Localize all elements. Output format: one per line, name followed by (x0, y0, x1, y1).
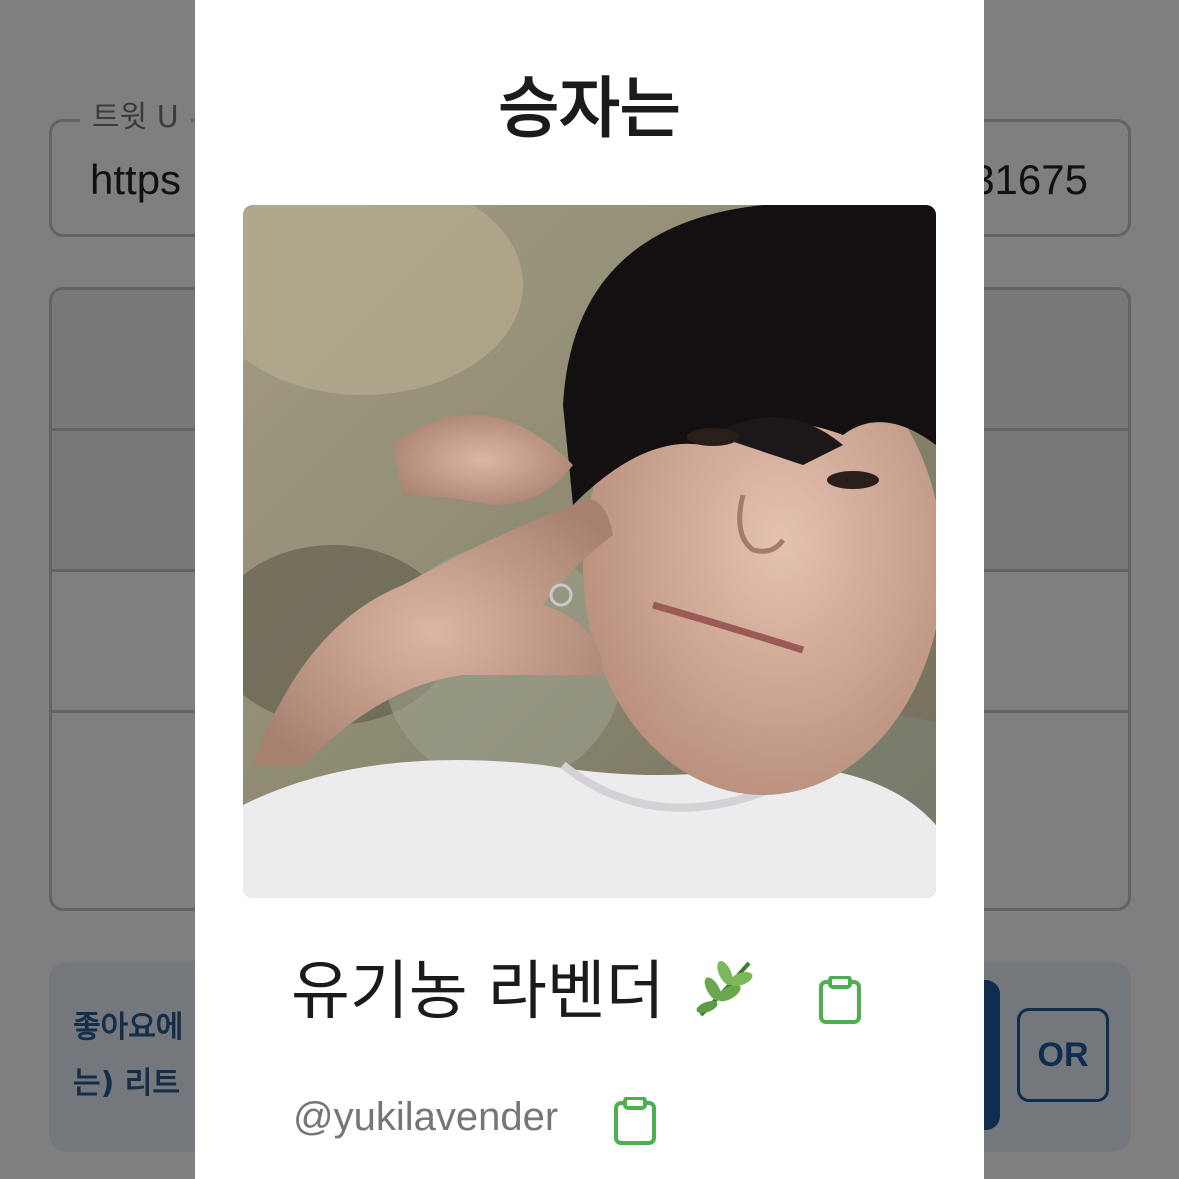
winner-handle: @yukilavender (293, 1095, 559, 1139)
herb-emoji-icon (691, 955, 757, 1021)
copy-name-clipboard-icon[interactable] (818, 975, 862, 1024)
winner-profile-photo (243, 205, 936, 898)
winner-name: 유기농 라벤더 (291, 950, 757, 1034)
modal-title: 승자는 (498, 70, 681, 147)
copy-handle-clipboard-icon[interactable] (613, 1096, 657, 1145)
winner-name-text: 유기농 라벤더 (291, 955, 665, 1029)
winner-modal: 승자는 유기농 라벤더 @yukilavender (195, 0, 984, 1179)
